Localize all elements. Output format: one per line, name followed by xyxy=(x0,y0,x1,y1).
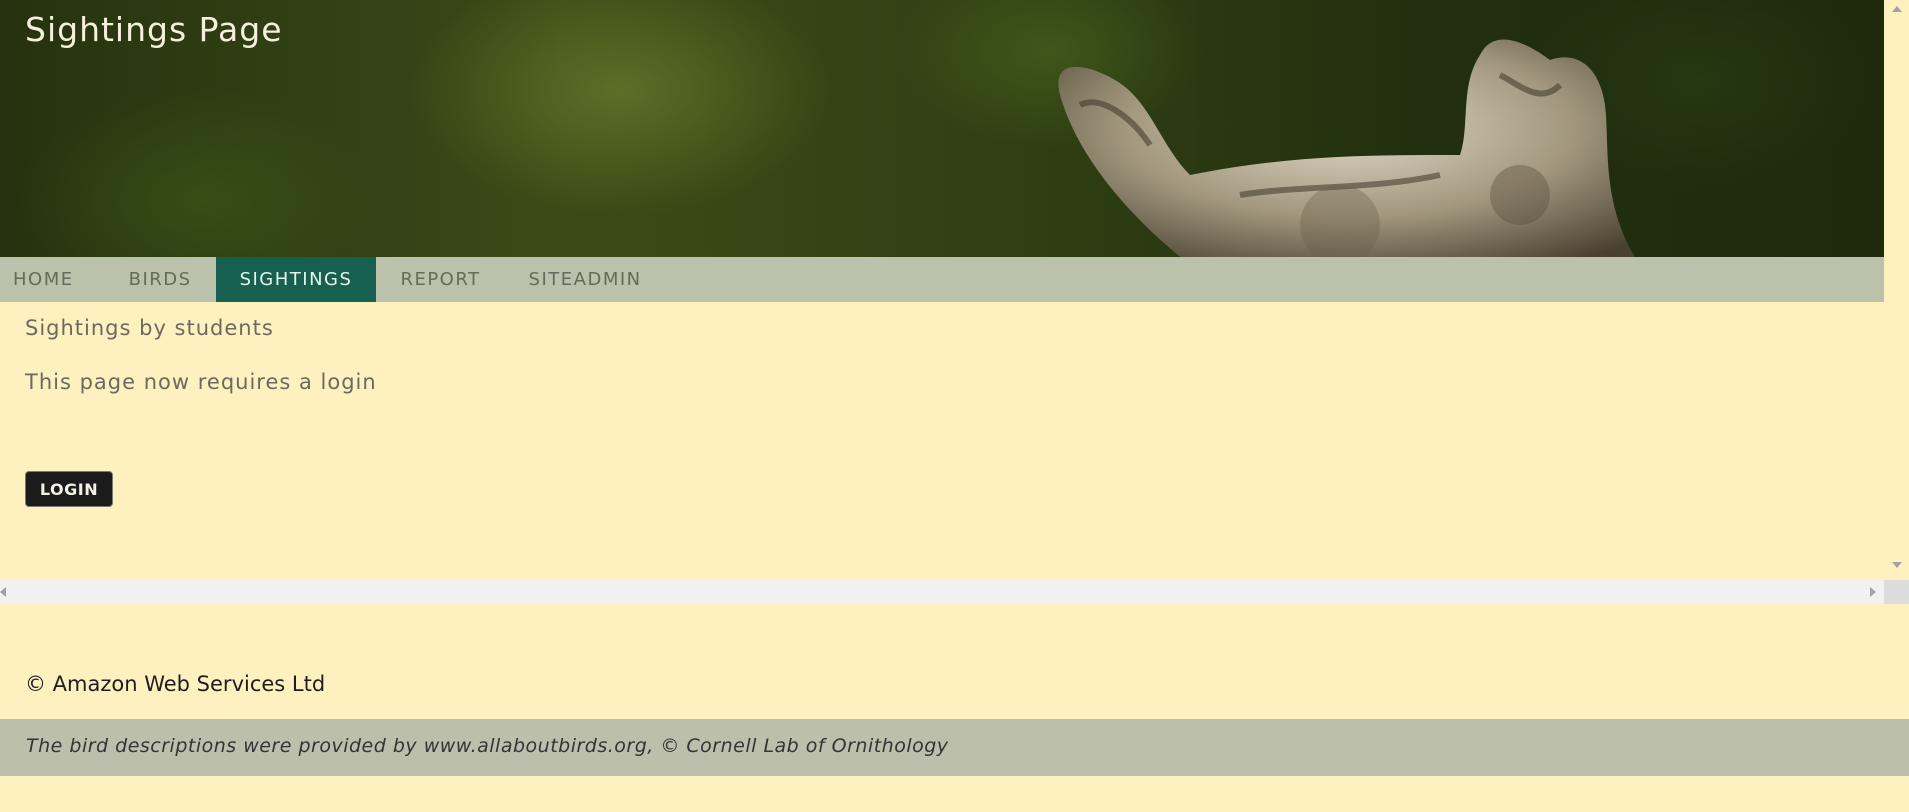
horizontal-scrollbar[interactable] xyxy=(0,580,1884,604)
scroll-up-arrow-icon[interactable] xyxy=(1892,6,1902,12)
scroll-left-arrow-icon[interactable] xyxy=(0,587,6,597)
login-button[interactable]: LOGIN xyxy=(25,471,113,507)
nav-item-siteadmin[interactable]: SITEADMIN xyxy=(505,257,666,302)
scroll-down-arrow-icon[interactable] xyxy=(1892,562,1902,568)
footer-bar: The bird descriptions were provided by w… xyxy=(0,719,1909,776)
page-title: Sightings Page xyxy=(25,10,283,49)
scrollbar-corner xyxy=(1884,580,1909,604)
header-banner: Sightings Page xyxy=(0,0,1884,257)
login-required-message: This page now requires a login xyxy=(25,370,377,394)
scroll-right-arrow-icon[interactable] xyxy=(1870,587,1876,597)
nav-item-report[interactable]: REPORT xyxy=(376,257,504,302)
main-nav: HOME BIRDS SIGHTINGS REPORT SITEADMIN xyxy=(0,257,1884,302)
nav-item-birds[interactable]: BIRDS xyxy=(105,257,216,302)
attribution-text: The bird descriptions were provided by w… xyxy=(26,735,949,757)
content-frame: Sightings Page HOME BIRDS SIGHTINGS REPO… xyxy=(0,0,1909,604)
vertical-scrollbar[interactable] xyxy=(1884,0,1909,580)
main-content: Sightings by students This page now requ… xyxy=(0,302,1884,580)
owl-image xyxy=(1058,39,1636,257)
nav-item-sightings[interactable]: SIGHTINGS xyxy=(215,257,377,302)
nav-item-home[interactable]: HOME xyxy=(0,257,105,302)
copyright-text: © Amazon Web Services Ltd xyxy=(25,672,326,696)
section-heading: Sightings by students xyxy=(25,316,274,340)
